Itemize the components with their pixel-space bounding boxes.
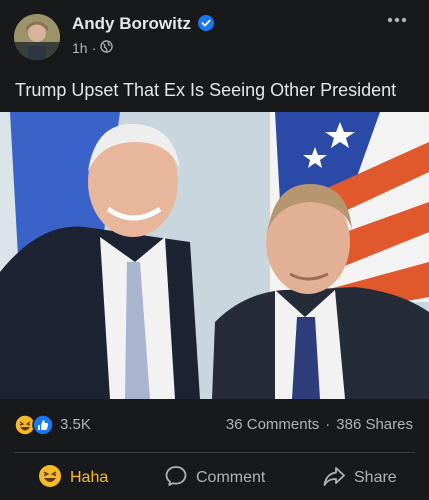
share-icon: [322, 464, 346, 493]
verified-badge-icon: [198, 15, 214, 31]
post-stats: 3.5K 36 Comments · 386 Shares: [0, 406, 429, 442]
share-button[interactable]: Share: [322, 458, 397, 498]
post-text: Trump Upset That Ex Is Seeing Other Pres…: [15, 80, 397, 100]
more-options-icon[interactable]: [385, 10, 409, 30]
stats-separator: ·: [325, 416, 331, 433]
actions-divider: [14, 452, 415, 453]
haha-icon: [38, 464, 62, 493]
globe-icon: [100, 40, 113, 56]
share-label: Share: [354, 469, 397, 486]
comment-button[interactable]: Comment: [164, 458, 265, 498]
haha-button[interactable]: Haha: [38, 458, 108, 498]
avatar[interactable]: [14, 14, 60, 60]
reaction-count[interactable]: 3.5K: [60, 416, 91, 433]
meta-separator: ·: [91, 40, 97, 56]
post-photo[interactable]: [0, 112, 429, 399]
comment-icon: [164, 464, 188, 493]
reaction-icons[interactable]: [14, 414, 54, 436]
comment-label: Comment: [196, 469, 266, 486]
post-actions: Haha Comment Share: [0, 458, 429, 498]
engagement-counts: 36 Comments · 386 Shares: [226, 416, 413, 433]
post-meta: 1h ·: [72, 40, 113, 56]
author-name[interactable]: Andy Borowitz: [72, 14, 191, 34]
comments-count[interactable]: 36 Comments: [226, 416, 319, 433]
post-header: Andy Borowitz 1h ·: [0, 0, 429, 72]
haha-label: Haha: [70, 469, 109, 486]
post-time[interactable]: 1h: [72, 40, 88, 56]
shares-count[interactable]: 386 Shares: [336, 416, 413, 433]
